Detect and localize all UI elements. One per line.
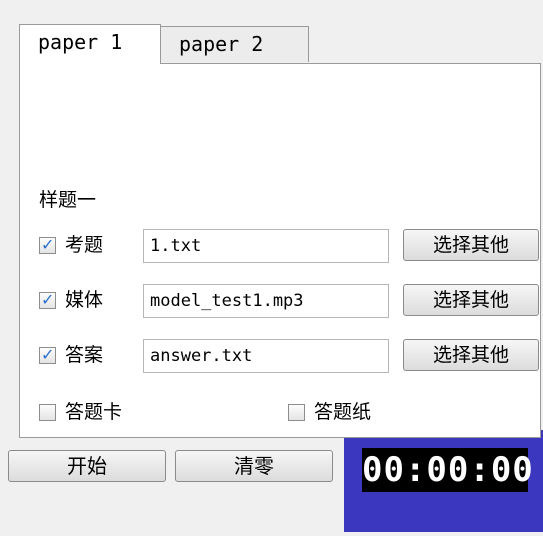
answer-label: 答案 (65, 344, 104, 366)
answer-checkbox[interactable] (39, 345, 56, 364)
answer-sheet-label: 答题纸 (314, 401, 372, 423)
section-title: 样题一 (39, 189, 97, 211)
media-checkbox[interactable] (39, 290, 56, 309)
media-label: 媒体 (65, 289, 104, 311)
timer-panel: 00:00:00 (344, 430, 543, 532)
start-button[interactable]: 开始 (8, 450, 166, 482)
choose-question-button[interactable]: 选择其他 (403, 229, 539, 261)
tab-paper-2[interactable]: paper 2 (160, 26, 309, 62)
answer-file-field[interactable]: answer.txt (143, 339, 389, 373)
answer-card-label: 答题卡 (65, 401, 123, 423)
clear-button[interactable]: 清零 (175, 450, 333, 482)
tab-content-panel: 样题一 考题 1.txt 选择其他 媒体 model_test1.mp3 选择其… (19, 63, 541, 438)
media-file-field[interactable]: model_test1.mp3 (143, 284, 389, 318)
answer-sheet-checkbox[interactable] (288, 404, 305, 421)
choose-media-button[interactable]: 选择其他 (403, 284, 539, 316)
timer-display: 00:00:00 (362, 448, 534, 492)
question-checkbox[interactable] (39, 235, 56, 254)
choose-answer-button[interactable]: 选择其他 (403, 339, 539, 371)
question-label: 考题 (65, 234, 104, 256)
question-file-field[interactable]: 1.txt (143, 229, 389, 263)
answer-card-checkbox[interactable] (39, 404, 56, 421)
tab-paper-1[interactable]: paper 1 (19, 24, 161, 64)
